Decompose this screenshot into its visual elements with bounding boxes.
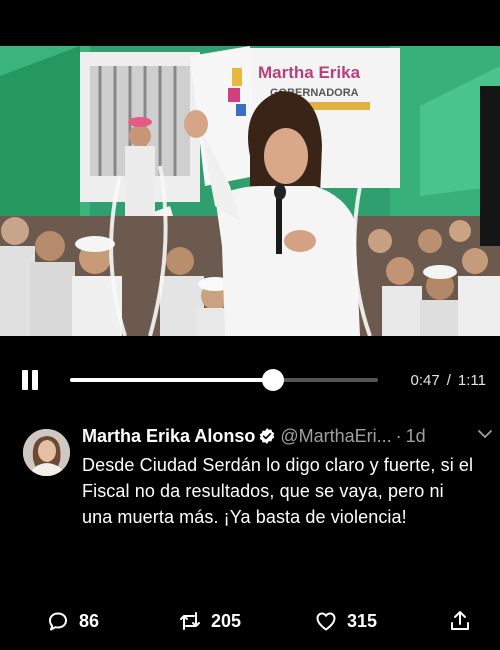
share-button[interactable]	[448, 608, 472, 634]
pause-bar-right	[32, 370, 38, 390]
time-separator: /	[446, 372, 451, 389]
author-handle[interactable]: @MarthaEri...	[280, 426, 391, 446]
top-black-bar	[0, 0, 500, 46]
tweet-text: Desde Ciudad Serdán lo digo claro y fuer…	[82, 455, 474, 527]
retweet-button[interactable]: 205	[178, 608, 241, 634]
video-frame-image: Martha Erika GOBERNADORA	[0, 46, 500, 336]
tweet: Martha Erika Alonso @MarthaEri... · 1d Des…	[0, 422, 500, 650]
header-separator: ·	[395, 426, 402, 446]
video-player[interactable]: Martha Erika GOBERNADORA	[0, 46, 500, 336]
tweet-time[interactable]: 1d	[406, 426, 426, 446]
reply-icon	[49, 612, 67, 631]
reply-count: 86	[79, 610, 100, 631]
tweet-actions: 86 205 315	[0, 602, 500, 642]
avatar-image	[23, 429, 70, 476]
heart-icon	[316, 612, 336, 631]
progress-fill	[70, 378, 274, 382]
progress-thumb[interactable]	[262, 369, 285, 391]
reply-button[interactable]: 86	[46, 608, 99, 634]
current-time: 0:47	[410, 372, 440, 389]
retweet-count: 205	[211, 610, 242, 631]
tweet-header: Martha Erika Alonso @MarthaEri... · 1d	[82, 426, 492, 452]
progress-slider[interactable]	[70, 369, 378, 391]
share-icon	[451, 611, 469, 630]
retweet-icon	[180, 612, 200, 630]
verified-badge-icon	[260, 428, 275, 444]
like-count: 315	[347, 610, 378, 631]
chevron-down-icon[interactable]	[476, 425, 494, 443]
video-banner-text: Martha Erika	[258, 63, 361, 82]
like-button[interactable]: 315	[314, 608, 377, 634]
time-display: 0:47 / 1:11	[411, 372, 486, 389]
avatar[interactable]	[23, 429, 70, 476]
video-controls: 0:47 / 1:11	[0, 336, 500, 422]
pause-icon[interactable]	[18, 368, 42, 392]
duration: 1:11	[457, 372, 486, 389]
author-name[interactable]: Martha Erika Alonso	[82, 426, 255, 446]
pause-bar-left	[22, 370, 28, 390]
